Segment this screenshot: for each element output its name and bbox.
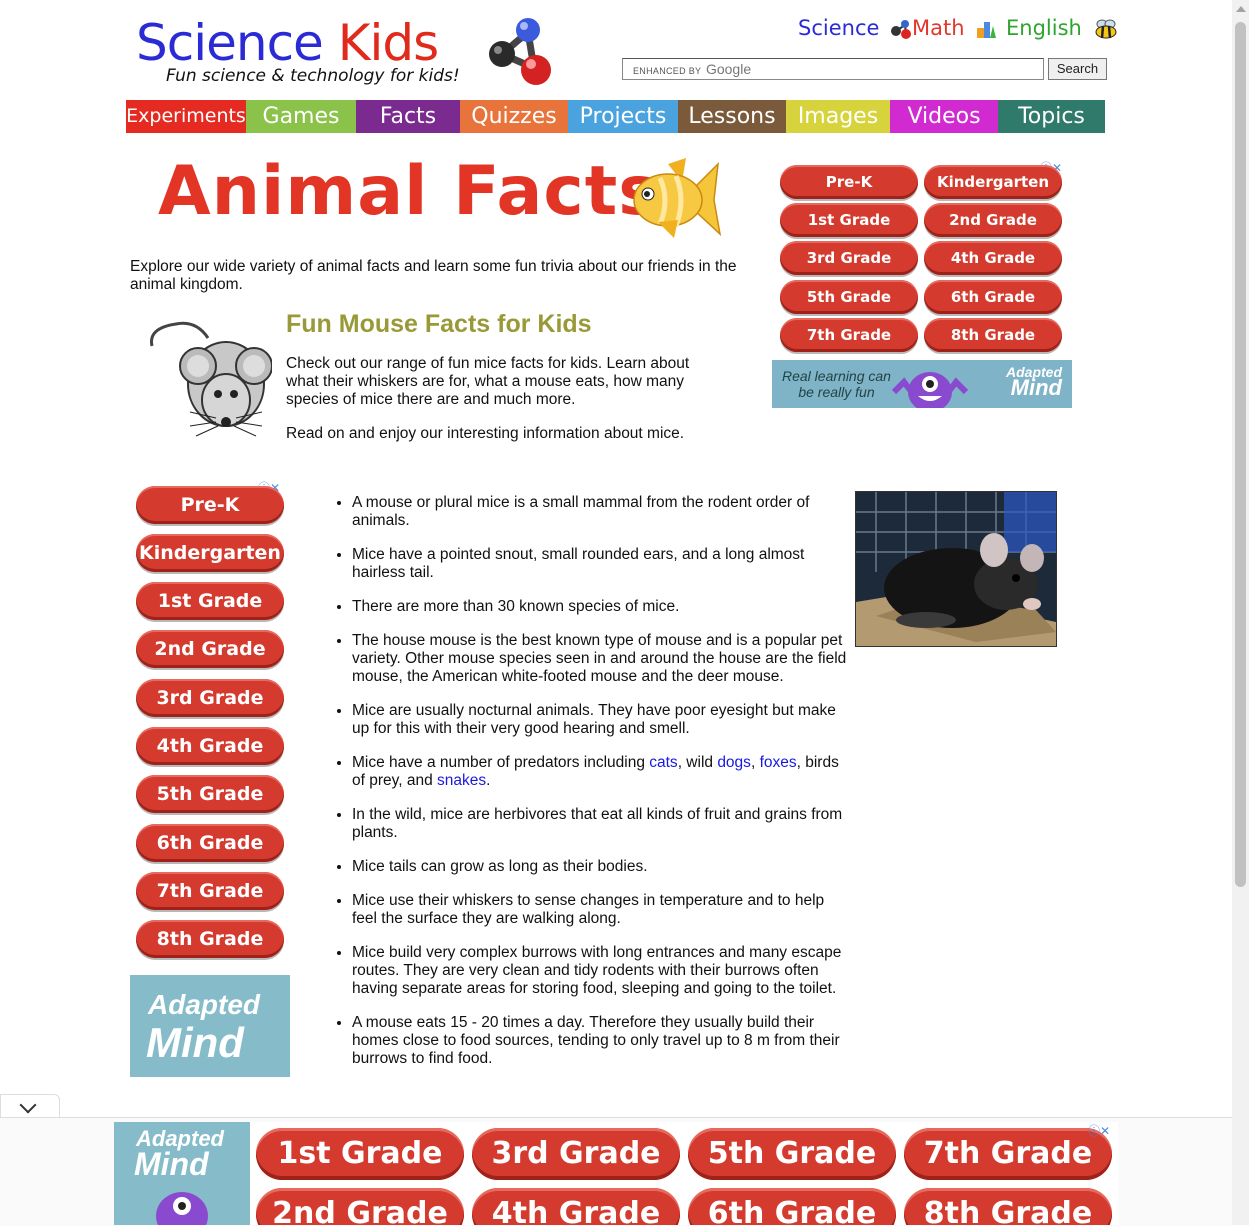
adaptedmind-logo-ad[interactable]: Adapted Mind [130,975,290,1077]
bottom-ad-grade-8th[interactable]: 8th Grade [904,1188,1112,1225]
monster-mascot-icon [891,372,969,408]
site-logo[interactable]: Science Kids Fun science & technology fo… [136,12,556,92]
top-link-english-label[interactable]: English [1006,16,1082,40]
nav-videos[interactable]: Videos [890,100,998,133]
top-link-science-label[interactable]: Science [798,16,879,40]
ad-grade-2nd[interactable]: 2nd Grade [924,203,1062,237]
ad-grade-4th[interactable]: 4th Grade [924,241,1062,275]
adaptedmind-promo-banner[interactable]: Real learning can be really fun Adapted Mi… [772,360,1072,408]
nav-experiments[interactable]: Experiments [126,100,246,133]
link-dogs[interactable]: dogs [717,754,751,771]
fact-item: Mice build very complex burrows with lon… [352,944,852,998]
scroll-up-arrow-icon[interactable] [1236,6,1246,12]
fact-item: In the wild, mice are herbivores that ea… [352,806,852,842]
fact-item: The house mouse is the best known type o… [352,632,852,686]
left-ad-grade-4th[interactable]: 4th Grade [136,727,284,765]
fact-item: There are more than 30 known species of … [352,598,852,616]
scrollbar-thumb[interactable] [1235,22,1246,887]
bottom-ad-grade-3rd[interactable]: 3rd Grade [472,1128,680,1180]
fish-icon [633,158,722,238]
nav-topics[interactable]: Topics [998,100,1105,133]
left-ad-grade-1st[interactable]: 1st Grade [136,582,284,620]
bee-icon [1095,19,1117,39]
search-button[interactable]: Search [1048,58,1107,80]
nav-images[interactable]: Images [786,100,890,133]
ad-grade-3rd[interactable]: 3rd Grade [780,241,918,275]
main-nav: Experiments Games Facts Quizzes Projects… [126,100,1105,133]
link-cats[interactable]: cats [649,754,677,771]
fact-item: Mice have a pointed snout, small rounded… [352,546,852,582]
left-ad-grade-8th[interactable]: 8th Grade [136,920,284,958]
nav-facts[interactable]: Facts [356,100,460,133]
bottom-ad-grade-7th[interactable]: 7th Grade [904,1128,1112,1180]
left-ad-grade-kindergarten[interactable]: Kindergarten [136,534,284,572]
search-input[interactable]: ENHANCED BY Google [622,58,1044,80]
bottom-ad-grade-2nd[interactable]: 2nd Grade [256,1188,464,1225]
mind-label: Mind [146,1019,244,1066]
nav-projects[interactable]: Projects [568,100,678,133]
chevron-down-icon [19,1096,37,1114]
adapted-label: Adapted [148,989,260,1020]
mind-label: Mind [134,1146,209,1182]
top-link-math-label[interactable]: Math [912,16,965,40]
fact-item: Mice tails can grow as long as their bod… [352,858,852,876]
left-ad-grade-3rd[interactable]: 3rd Grade [136,679,284,717]
nav-lessons[interactable]: Lessons [678,100,786,133]
left-ad-grade-5th[interactable]: 5th Grade [136,775,284,813]
left-ad-grade-7th[interactable]: 7th Grade [136,872,284,910]
adaptedmind-logo: Adapted Mind [1006,364,1062,400]
nav-games[interactable]: Games [246,100,356,133]
ad-grade-prek[interactable]: Pre-K [780,165,918,199]
nav-quizzes[interactable]: Quizzes [460,100,568,133]
ad-grade-kindergarten[interactable]: Kindergarten [924,165,1062,199]
molecule-logo-icon [489,18,551,85]
top-link-math[interactable]: Math [912,16,997,40]
top-link-english[interactable]: English [1006,16,1119,40]
ad-grade-7th[interactable]: 7th Grade [780,318,918,352]
vertical-scrollbar[interactable] [1232,0,1249,1225]
left-ad-grade-prek[interactable]: Pre-K [136,486,284,524]
monster-mascot-icon [156,1192,208,1225]
fact-item-predators: Mice have a number of predators includin… [352,754,852,790]
ad-grade-1st[interactable]: 1st Grade [780,203,918,237]
link-foxes[interactable]: foxes [760,754,797,771]
bottom-ad-grade-5th[interactable]: 5th Grade [688,1128,896,1180]
bottom-ad-grade-1st[interactable]: 1st Grade [256,1128,464,1180]
ad-grade-8th[interactable]: 8th Grade [924,318,1062,352]
link-snakes[interactable]: snakes [437,772,486,789]
search-placeholder: ENHANCED BY Google [633,61,752,77]
mouse-cartoon-image [150,321,272,437]
logo-kids-text: Kids [337,14,439,72]
section-read-on: Read on and enjoy our interesting inform… [286,425,685,442]
section-description: Check out our range of fun mice facts fo… [286,355,690,408]
ad-grade-6th[interactable]: 6th Grade [924,280,1062,314]
left-ad-grade-6th[interactable]: 6th Grade [136,824,284,862]
promo-text: Real learning can be really fun [782,368,891,400]
fact-item: A mouse eats 15 - 20 times a day. Theref… [352,1014,852,1068]
shapes-icon [977,22,997,38]
mouse-facts-list: A mouse or plural mice is a small mammal… [330,494,852,1084]
ad-choices-icon-bottom[interactable]: ⓘ✕ [1088,1122,1110,1139]
mouse-photo [855,491,1057,647]
top-link-science[interactable]: Science [798,16,912,40]
bottom-anchor-ad[interactable]: Adapted Mind 1st Grade 3rd Grade 5th Gra… [114,1122,1118,1225]
bottom-ad-grade-6th[interactable]: 6th Grade [688,1188,896,1225]
fact-item: Mice use their whiskers to sense changes… [352,892,852,928]
logo-wordmark: Science Kids [136,14,439,72]
ad-grade-5th[interactable]: 5th Grade [780,280,918,314]
intro-text: Explore our wide variety of animal facts… [130,258,737,293]
molecule-icon [891,20,912,39]
page-title: Animal Facts [158,152,660,231]
logo-science-text: Science [136,14,324,72]
fact-item: Mice are usually nocturnal animals. They… [352,702,852,738]
logo-tagline: Fun science & technology for kids! [166,66,460,86]
fact-item: A mouse or plural mice is a small mammal… [352,494,852,530]
section-title: Fun Mouse Facts for Kids [286,310,592,338]
bottom-ad-grade-4th[interactable]: 4th Grade [472,1188,680,1225]
collapse-ad-button[interactable] [0,1094,60,1119]
adaptedmind-logo-bottom: Adapted Mind [114,1122,250,1225]
left-ad-grade-2nd[interactable]: 2nd Grade [136,630,284,668]
